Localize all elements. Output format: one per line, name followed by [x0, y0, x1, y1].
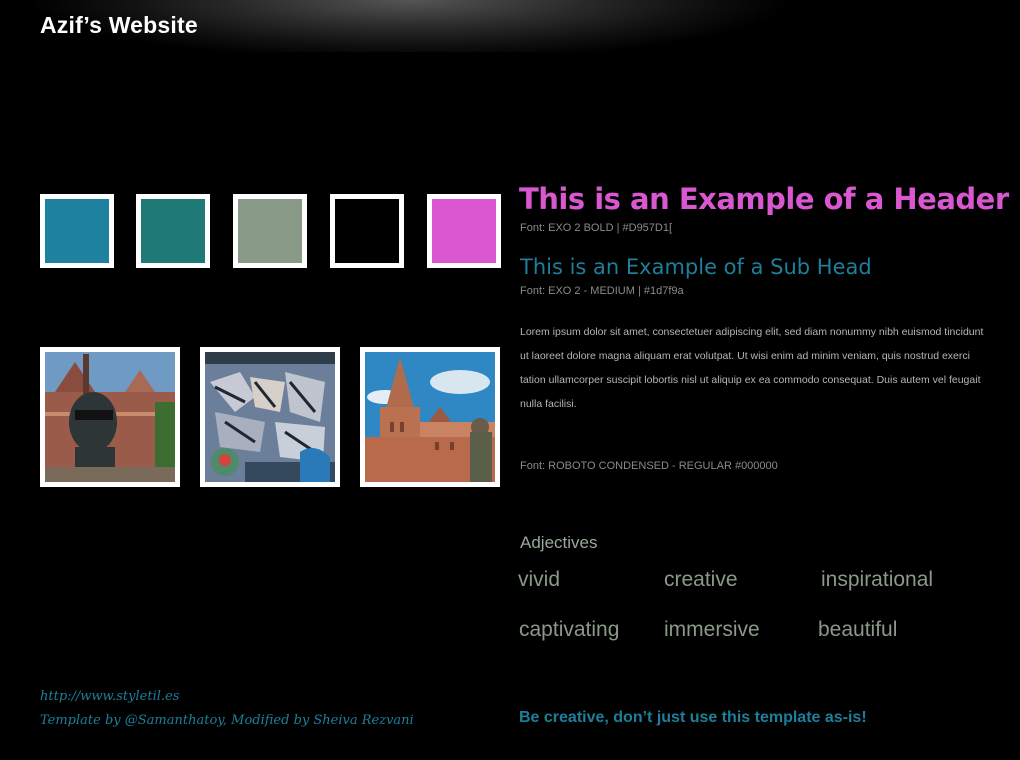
styletiles-link[interactable]: http://www.styletil.es [40, 689, 179, 704]
adjective-item: inspirational [821, 568, 934, 591]
photo-graffiti [200, 347, 340, 487]
adjectives-title: Adjectives [520, 533, 598, 552]
header-font-note: Font: EXO 2 BOLD | #D957D1[ [520, 222, 673, 234]
site-title[interactable]: Azif’s Website [40, 12, 198, 39]
photo-statue [40, 347, 180, 487]
body-font-note: Font: ROBOTO CONDENSED - REGULAR #000000 [520, 460, 778, 472]
color-swatch-teal [136, 194, 210, 268]
adjective-item: vivid [518, 568, 561, 591]
color-swatch-blue [40, 194, 114, 268]
template-credit[interactable]: Template by @Samanthatoy, Modified by Sh… [40, 713, 414, 728]
color-swatch-sage [233, 194, 307, 268]
color-swatch-black [330, 194, 404, 268]
subhead-example: This is an Example of a Sub Head [520, 255, 872, 279]
color-swatch-magenta [427, 194, 501, 268]
adjective-item: captivating [519, 618, 620, 641]
top-bar: Azif’s Website [0, 0, 1020, 52]
body-text-sample: Lorem ipsum dolor sit amet, consectetuer… [520, 326, 984, 410]
subhead-font-note: Font: EXO 2 - MEDIUM | #1d7f9a [520, 285, 684, 297]
adjective-item: immersive [664, 618, 760, 641]
adjective-item: beautiful [818, 618, 898, 641]
photo-cathedral [360, 347, 500, 487]
tagline: Be creative, don’t just use this templat… [519, 709, 867, 726]
adjective-item: creative [664, 568, 738, 591]
header-example: This is an Example of a Header [519, 182, 1009, 216]
